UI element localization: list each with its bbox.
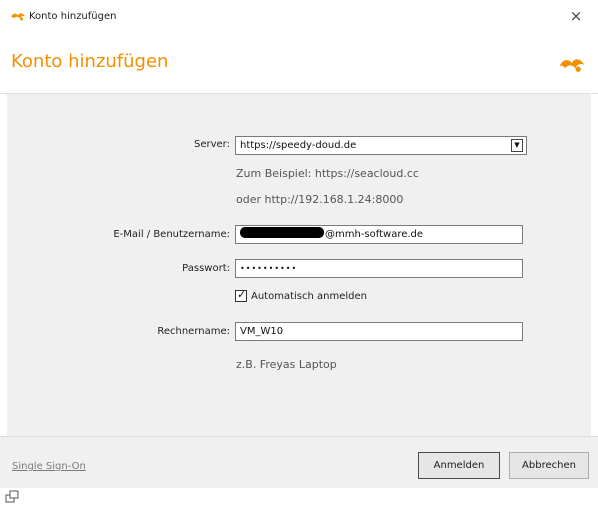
window-title: Konto hinzufügen: [29, 11, 117, 22]
window-resize-icon[interactable]: [5, 490, 19, 504]
password-mask: ••••••••••: [240, 264, 298, 273]
server-hint-example: Zum Beispiel: https://seacloud.cc: [236, 167, 419, 180]
chevron-down-icon[interactable]: ▼: [511, 139, 523, 152]
email-field[interactable]: @mmh-software.de: [235, 225, 523, 244]
checkmark-icon: ✓: [237, 288, 247, 301]
title-bar: Konto hinzufügen ×: [0, 0, 598, 36]
server-hint-alternative: oder http://192.168.1.24:8000: [236, 193, 404, 206]
single-sign-on-link[interactable]: Single Sign-On: [12, 461, 86, 472]
computer-name-field[interactable]: VM_W10: [235, 322, 523, 341]
email-domain: @mmh-software.de: [325, 229, 424, 240]
computer-name-label: Rechnername:: [157, 326, 230, 337]
password-field[interactable]: ••••••••••: [235, 259, 523, 278]
cancel-button[interactable]: Abbrechen: [509, 452, 589, 479]
footer-bar: Single Sign-On Anmelden Abbrechen: [0, 436, 598, 488]
password-label: Passwort:: [182, 263, 230, 274]
page-title: Konto hinzufügen: [11, 51, 169, 72]
computer-name-hint: z.B. Freyas Laptop: [236, 358, 337, 371]
close-icon[interactable]: ×: [566, 6, 586, 26]
server-label: Server:: [194, 139, 230, 150]
seafile-logo-icon: [11, 13, 25, 21]
computer-name-value: VM_W10: [240, 326, 284, 337]
auto-login-label[interactable]: Automatisch anmelden: [251, 291, 367, 302]
auto-login-checkbox[interactable]: ✓: [235, 288, 247, 302]
form-panel: Server: https://speedy-doud.de ▼ Zum Bei…: [7, 94, 591, 436]
redacted-block: [240, 227, 324, 238]
login-button[interactable]: Anmelden: [418, 452, 500, 479]
seafile-logo-icon: [559, 59, 585, 72]
email-label: E-Mail / Benutzername:: [113, 229, 230, 240]
server-dropdown[interactable]: https://speedy-doud.de ▼: [235, 136, 527, 155]
server-value: https://speedy-doud.de: [240, 140, 357, 151]
header-banner: Konto hinzufügen: [0, 36, 598, 94]
